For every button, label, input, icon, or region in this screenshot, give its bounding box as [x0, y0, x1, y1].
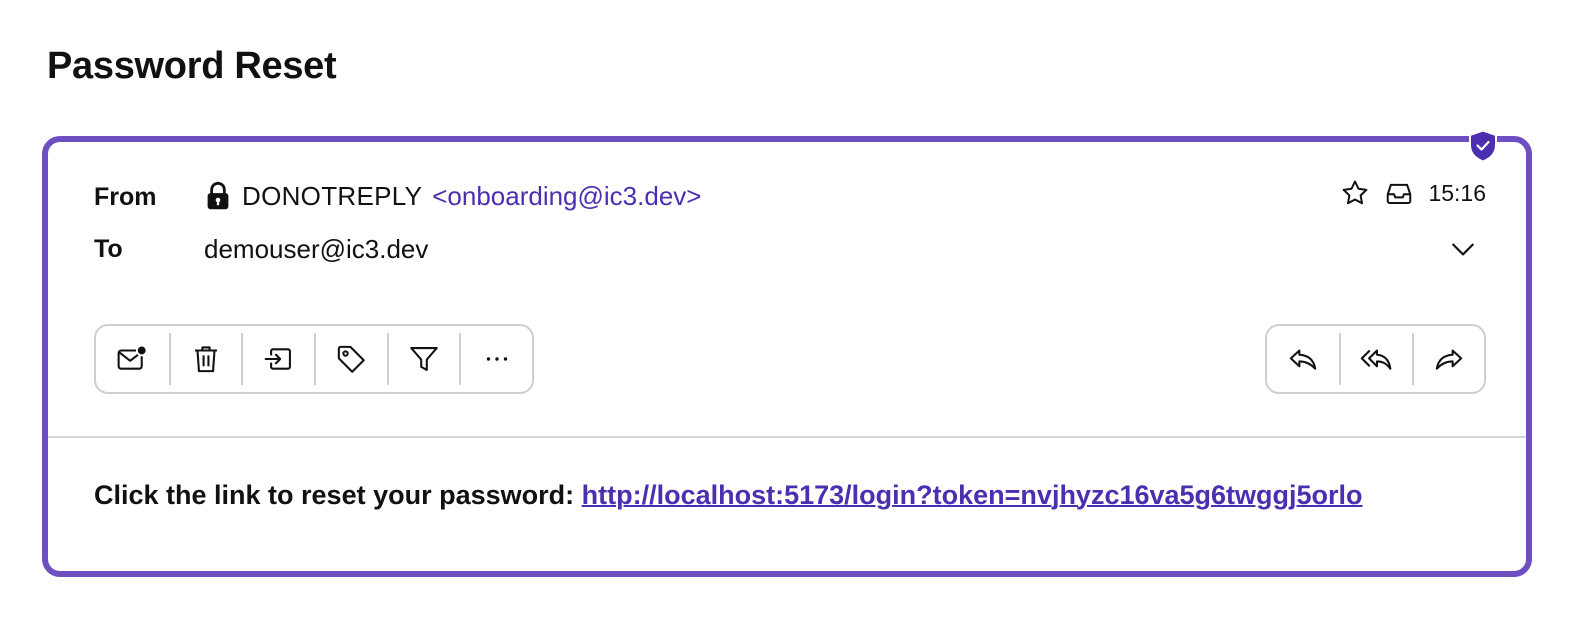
recipient[interactable]: demouser@ic3.dev [204, 234, 428, 264]
reply-all-button[interactable] [1339, 333, 1411, 385]
message-actions-toolbar [94, 324, 534, 394]
delete-button[interactable] [168, 333, 242, 385]
filter-button[interactable] [386, 333, 460, 385]
chevron-down-icon[interactable] [1450, 238, 1476, 260]
reply-button[interactable] [1267, 333, 1339, 385]
star-icon[interactable] [1340, 178, 1370, 208]
message-meta: 15:16 [1340, 178, 1486, 208]
reply-all-icon [1360, 349, 1391, 370]
trash-icon [195, 346, 217, 373]
message-body: Click the link to reset your password: h… [94, 478, 1363, 512]
more-icon [486, 357, 507, 361]
header-divider [48, 436, 1526, 438]
body-prefix: Click the link to reset your password: [94, 480, 575, 510]
tag-icon [338, 345, 366, 373]
to-label: To [94, 235, 123, 263]
forward-button[interactable] [1411, 333, 1484, 385]
reply-icon [1289, 349, 1317, 370]
sender-name: DONOTREPLY [242, 181, 423, 211]
email-card: From DONOTREPLY <onboarding@ic3.dev> To … [42, 136, 1532, 577]
sender: DONOTREPLY <onboarding@ic3.dev> [204, 180, 701, 212]
page-title: Password Reset [47, 45, 337, 87]
from-label: From [94, 183, 157, 211]
inbox-icon[interactable] [1384, 178, 1414, 208]
move-icon [264, 348, 291, 370]
filter-icon [410, 347, 438, 371]
lock-icon [207, 181, 229, 210]
reset-password-link[interactable]: http://localhost:5173/login?token=nvjhyz… [582, 480, 1363, 510]
reply-toolbar [1265, 324, 1486, 394]
mark-unread-button[interactable] [96, 333, 169, 385]
forward-icon [1435, 349, 1463, 370]
label-button[interactable] [314, 333, 387, 385]
sender-email[interactable]: <onboarding@ic3.dev> [432, 180, 701, 212]
mark-unread-icon [117, 344, 148, 370]
shield-check-icon [1469, 129, 1497, 163]
move-button[interactable] [241, 333, 314, 385]
more-actions-button[interactable] [459, 333, 532, 385]
message-time: 15:16 [1428, 179, 1486, 206]
